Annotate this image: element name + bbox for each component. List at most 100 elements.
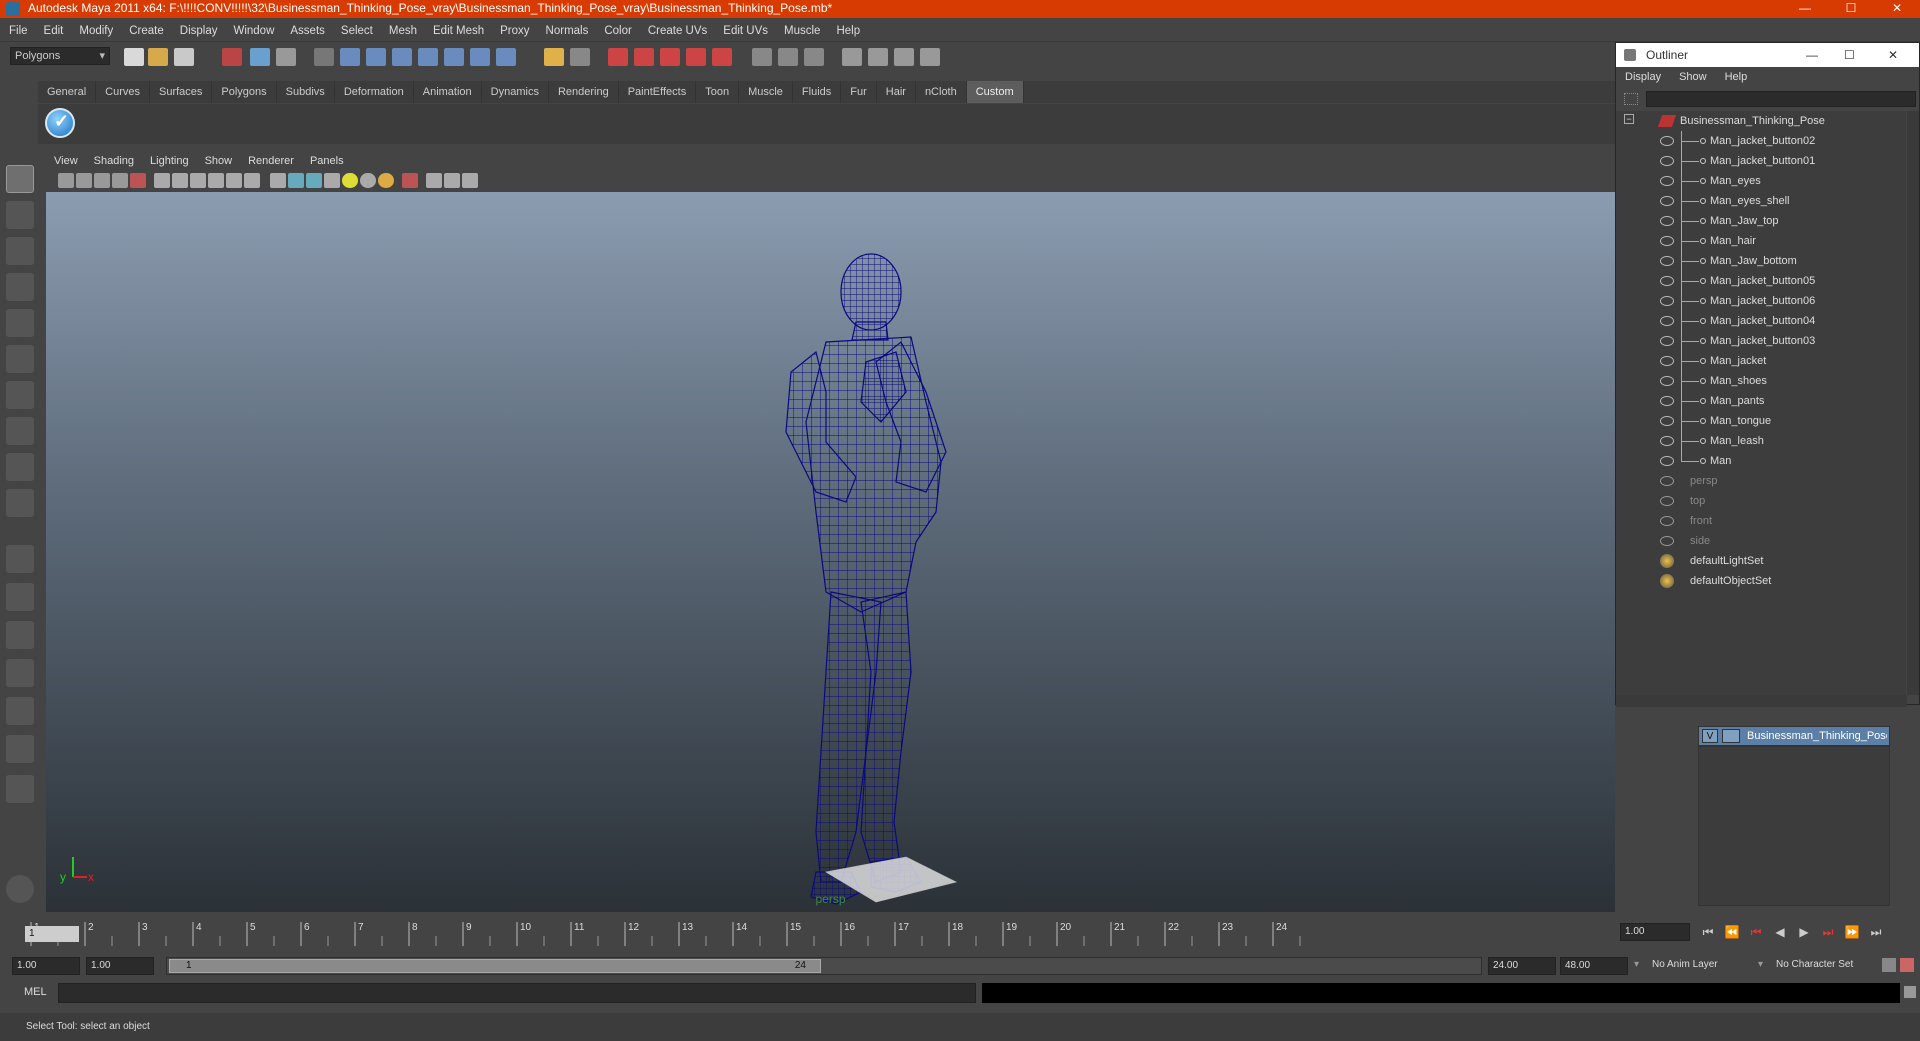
camera-attributes-icon[interactable] xyxy=(76,173,92,188)
layer-row[interactable]: V Businessman_Thinking_Pose xyxy=(1698,726,1890,746)
layout-four-view-icon[interactable] xyxy=(6,583,34,611)
wireframe-shading-icon[interactable] xyxy=(270,173,286,188)
step-back-frame-icon[interactable]: ⏪ xyxy=(1722,923,1742,941)
save-scene-icon[interactable] xyxy=(174,48,194,66)
gate-mask-icon[interactable] xyxy=(208,173,224,188)
render-view-icon[interactable] xyxy=(712,48,732,66)
tab-rendering[interactable]: Rendering xyxy=(549,81,619,103)
current-time-marker[interactable]: 1 xyxy=(25,926,79,942)
outliner-item-child[interactable]: Man_hair xyxy=(1616,231,1906,251)
soft-modification-icon[interactable] xyxy=(6,417,34,445)
anim-start-field[interactable]: 1.00 xyxy=(86,957,154,975)
xray-joints-icon[interactable] xyxy=(444,173,460,188)
anim-layer-dropdown-icon[interactable]: ▾ xyxy=(1634,959,1639,970)
open-scene-icon[interactable] xyxy=(148,48,168,66)
menu-color[interactable]: Color xyxy=(596,20,639,42)
outliner-item-child[interactable]: Man_jacket_button02 xyxy=(1616,131,1906,151)
outliner-item-child[interactable]: Man_jacket_button04 xyxy=(1616,311,1906,331)
mel-script-icon[interactable] xyxy=(6,875,34,903)
outliner-horizontal-scrollbar[interactable] xyxy=(1616,695,1907,707)
range-slider[interactable]: 1 24 xyxy=(166,957,1482,975)
anim-layer-select[interactable]: No Anim Layer xyxy=(1648,957,1754,975)
grid-toggle-icon[interactable] xyxy=(154,173,170,188)
char-set-dropdown-icon[interactable]: ▾ xyxy=(1758,959,1763,970)
tab-surfaces[interactable]: Surfaces xyxy=(150,81,213,103)
isolate-select-icon[interactable] xyxy=(402,173,418,188)
layer-visibility-toggle[interactable]: V xyxy=(1702,729,1718,743)
toolbox-collapse-icon[interactable] xyxy=(6,775,34,803)
rotate-tool-icon[interactable] xyxy=(6,309,34,337)
outliner-menu-show[interactable]: Show xyxy=(1670,67,1716,87)
select-tool-icon[interactable] xyxy=(6,165,34,193)
collapse-toggle-icon[interactable]: − xyxy=(1624,114,1634,124)
outliner-minimize-button[interactable]: — xyxy=(1806,43,1818,67)
layout-persp-outliner-icon[interactable] xyxy=(6,621,34,649)
tab-subdivs[interactable]: Subdivs xyxy=(277,81,335,103)
hypershade-icon[interactable] xyxy=(686,48,706,66)
tab-fluids[interactable]: Fluids xyxy=(793,81,842,103)
universal-manipulator-icon[interactable] xyxy=(6,381,34,409)
construction-icon[interactable] xyxy=(470,48,490,66)
all-lights-icon[interactable] xyxy=(360,173,376,188)
script-editor-icon[interactable] xyxy=(1904,986,1916,998)
outliner-item-child[interactable]: Man_leash xyxy=(1616,431,1906,451)
outliner-item-child[interactable]: Man_shoes xyxy=(1616,371,1906,391)
auto-key-icon[interactable] xyxy=(1882,958,1896,972)
anim-end-field[interactable]: 24.00 xyxy=(1488,957,1556,975)
outliner-maximize-button[interactable]: ☐ xyxy=(1844,43,1855,67)
tab-toon[interactable]: Toon xyxy=(696,81,740,103)
toggle-tool-settings-icon[interactable] xyxy=(778,48,798,66)
image-plane-icon[interactable] xyxy=(112,173,128,188)
bookmark-icon[interactable] xyxy=(94,173,110,188)
smooth-shading-icon[interactable] xyxy=(288,173,304,188)
layout-single-icon[interactable] xyxy=(842,48,862,66)
viewport-menu-view[interactable]: View xyxy=(46,152,86,170)
outliner-item-child[interactable]: Man_eyes xyxy=(1616,171,1906,191)
outliner-item-child[interactable]: Man_jacket_button01 xyxy=(1616,151,1906,171)
layout-four-icon[interactable] xyxy=(868,48,888,66)
outliner-filter-input[interactable] xyxy=(1646,91,1916,107)
viewport-menu-shading[interactable]: Shading xyxy=(86,152,142,170)
safe-title-icon[interactable] xyxy=(244,173,260,188)
viewport-menu-lighting[interactable]: Lighting xyxy=(142,152,197,170)
snap-curve-icon[interactable] xyxy=(340,48,360,66)
layout-hypershade-icon[interactable] xyxy=(6,697,34,725)
layer-color-swatch[interactable] xyxy=(1722,729,1740,743)
shadows-icon[interactable] xyxy=(378,173,394,188)
paint-select-tool-icon[interactable] xyxy=(6,237,34,265)
outliner-item-child[interactable]: Man_tongue xyxy=(1616,411,1906,431)
maximize-button[interactable]: ☐ xyxy=(1828,0,1874,18)
range-slider-handle[interactable]: 1 24 xyxy=(169,959,821,973)
start-time-field[interactable]: 1.00 xyxy=(12,957,80,975)
render-icon[interactable] xyxy=(608,48,628,66)
menu-mesh[interactable]: Mesh xyxy=(381,20,425,42)
menu-display[interactable]: Display xyxy=(172,20,226,42)
outliner-item-child[interactable]: Man_pants xyxy=(1616,391,1906,411)
outliner-menu-display[interactable]: Display xyxy=(1616,67,1670,87)
step-back-key-icon[interactable]: ⏮ xyxy=(1746,923,1766,941)
toggle-channel-box-icon[interactable] xyxy=(804,48,824,66)
layout-single-perspective-icon[interactable] xyxy=(6,545,34,573)
viewport-menu-renderer[interactable]: Renderer xyxy=(240,152,302,170)
menu-edit-uvs[interactable]: Edit UVs xyxy=(715,20,776,42)
menu-muscle[interactable]: Muscle xyxy=(776,20,828,42)
go-to-end-icon[interactable]: ⏭ xyxy=(1866,923,1886,941)
textured-icon[interactable] xyxy=(324,173,340,188)
current-frame-field[interactable]: 1.00 xyxy=(1620,923,1690,941)
tab-general[interactable]: General xyxy=(38,81,97,103)
minimize-button[interactable]: — xyxy=(1782,0,1828,18)
tab-hair[interactable]: Hair xyxy=(877,81,916,103)
menu-assets[interactable]: Assets xyxy=(282,20,333,42)
outliner-item-child[interactable]: Man_jacket_button06 xyxy=(1616,291,1906,311)
outliner-item-child[interactable]: Man_jacket xyxy=(1616,351,1906,371)
tab-custom[interactable]: Custom xyxy=(966,81,1024,103)
layout-persp-graph-icon[interactable] xyxy=(6,659,34,687)
tab-dynamics[interactable]: Dynamics xyxy=(482,81,549,103)
play-backwards-icon[interactable]: ◀ xyxy=(1770,923,1790,941)
step-forward-frame-icon[interactable]: ⏩ xyxy=(1842,923,1862,941)
outliner-filter-icon[interactable] xyxy=(1624,93,1638,105)
default-lighting-icon[interactable] xyxy=(342,173,358,188)
outliner-item-set[interactable]: defaultLightSet xyxy=(1616,551,1906,571)
input-line-icon[interactable] xyxy=(570,48,590,66)
snap-grid-icon[interactable] xyxy=(314,48,334,66)
